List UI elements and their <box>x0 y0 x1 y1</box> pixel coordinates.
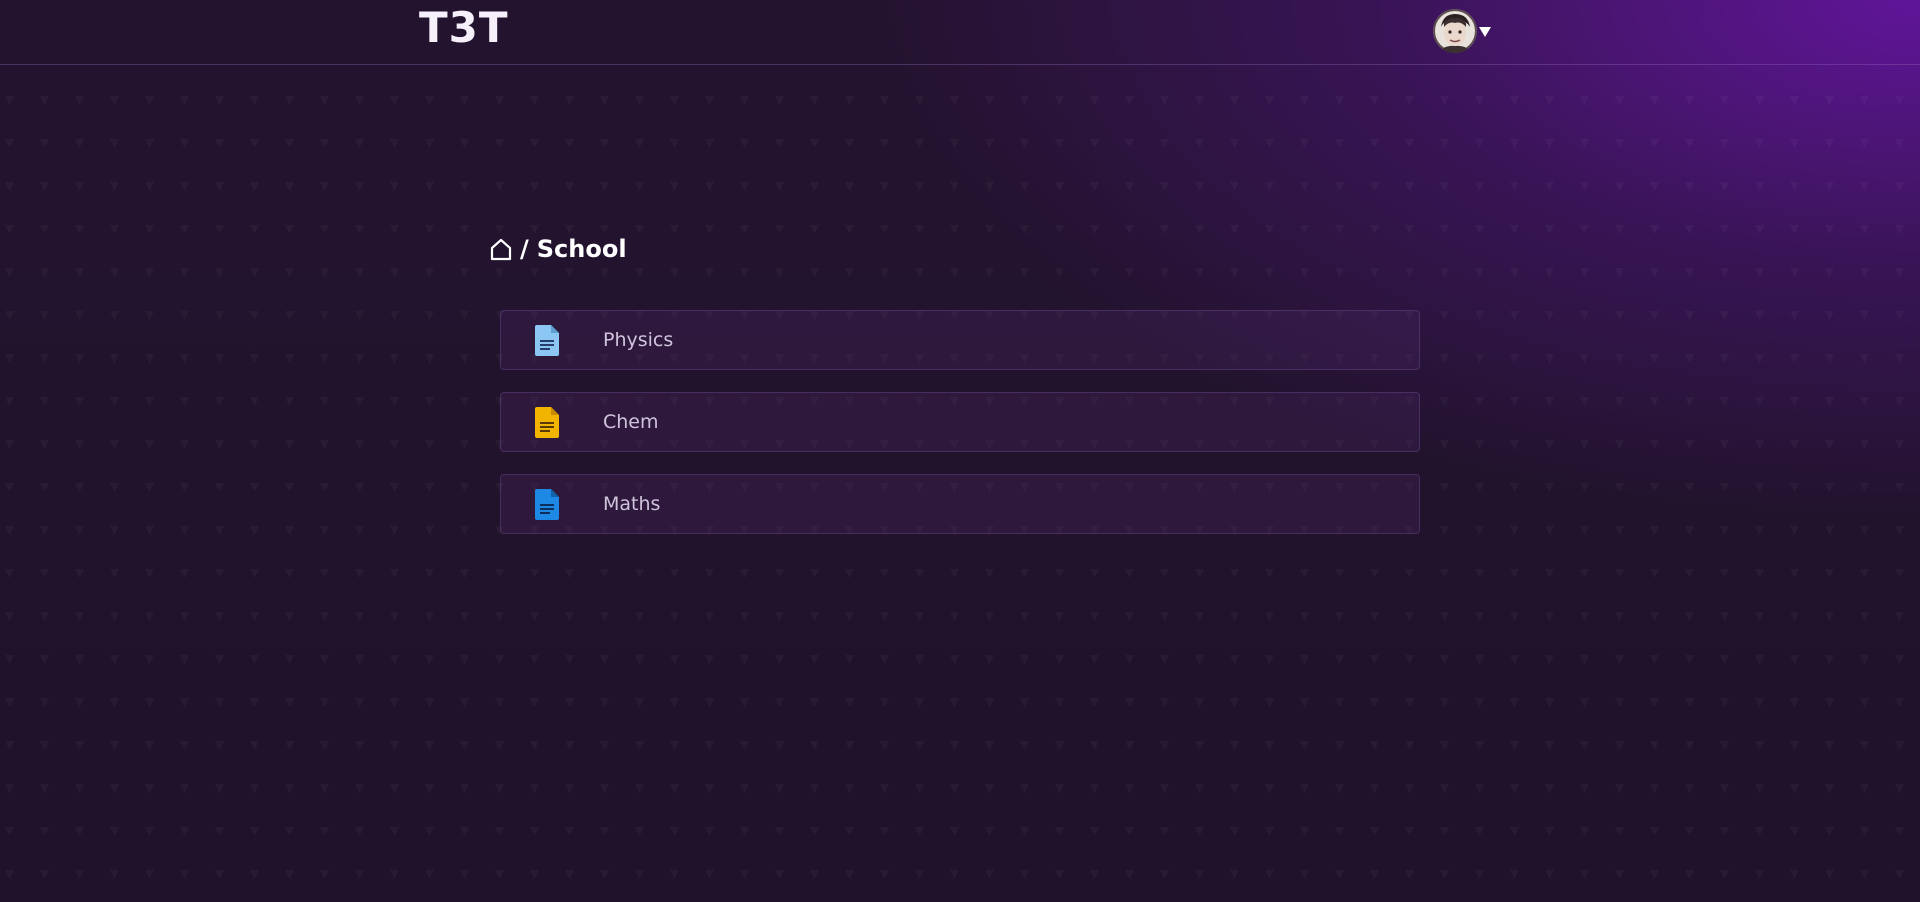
document-icon <box>535 489 559 520</box>
file-item-chem[interactable]: Chem <box>500 392 1420 452</box>
user-menu-button[interactable] <box>1433 8 1491 54</box>
file-item-physics[interactable]: Physics <box>500 310 1420 370</box>
breadcrumb-separator: / <box>520 235 529 263</box>
breadcrumb: / School <box>490 234 627 264</box>
top-header: T3T <box>0 0 1920 65</box>
home-icon[interactable] <box>490 237 512 261</box>
document-icon <box>535 407 559 438</box>
breadcrumb-current: School <box>536 235 627 263</box>
file-list: Physics Chem Maths <box>500 310 1420 556</box>
caret-down-icon[interactable] <box>1479 27 1491 37</box>
app-logo[interactable]: T3T <box>419 7 509 49</box>
file-name: Maths <box>603 493 661 515</box>
document-icon <box>535 325 559 356</box>
user-avatar[interactable] <box>1433 9 1477 53</box>
file-name: Physics <box>603 329 674 351</box>
file-name: Chem <box>603 411 659 433</box>
file-item-maths[interactable]: Maths <box>500 474 1420 534</box>
